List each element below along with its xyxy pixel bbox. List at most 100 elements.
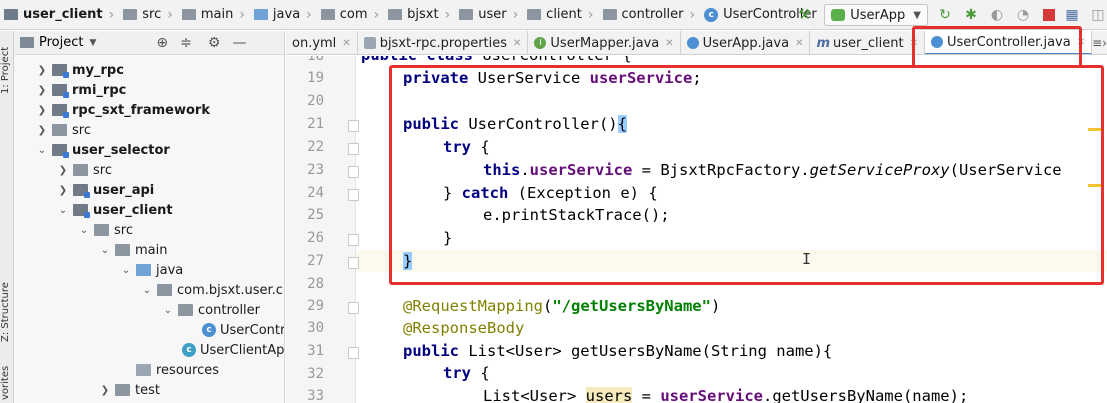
breadcrumb-src[interactable]: src › xyxy=(119,0,178,29)
breadcrumb-java[interactable]: java › xyxy=(250,0,317,29)
code-editor[interactable]: 18 19 20 21 22 23 24 25 26 27 28 29 30 3… xyxy=(286,56,1107,403)
tree-item-controller[interactable]: ⌄ controller xyxy=(162,300,260,320)
expand-arrow-icon[interactable]: ❯ xyxy=(36,125,48,136)
close-icon[interactable]: ✕ xyxy=(665,38,673,49)
build-hammer-icon[interactable]: ⚒ xyxy=(798,7,814,23)
profile-icon[interactable]: ◔ xyxy=(1014,6,1032,24)
collapse-arrow-icon[interactable]: ⌄ xyxy=(162,305,174,316)
tree-item-userclientapp[interactable]: c UserClientApp xyxy=(178,340,284,360)
expand-arrow-icon[interactable]: ❯ xyxy=(36,85,48,96)
tab-label: user_client xyxy=(833,35,904,51)
code-string: "/getUsersByName" xyxy=(552,297,711,315)
tab-usermapper-java[interactable]: I UserMapper.java ✕ xyxy=(528,31,681,54)
collapse-arrow-icon[interactable]: ⌄ xyxy=(141,285,153,296)
collapse-arrow-icon[interactable]: ⌄ xyxy=(78,225,90,236)
breadcrumb-user-client[interactable]: user_client › xyxy=(0,0,119,29)
tab-label: bjsxt-rpc.properties xyxy=(379,35,508,51)
code-text: List<User> getUsersByName(String name){ xyxy=(468,342,833,360)
expand-arrow-icon[interactable]: ❯ xyxy=(57,165,69,176)
code-text: UserController() xyxy=(468,115,618,133)
settings-icon[interactable]: ◫ xyxy=(1089,6,1107,24)
tree-item-test[interactable]: ❯ test xyxy=(99,380,160,400)
tree-item-src[interactable]: ❯ src xyxy=(36,120,91,140)
close-icon[interactable]: ✕ xyxy=(910,38,918,49)
debug-icon[interactable]: ✱ xyxy=(962,6,980,24)
fold-marker-icon[interactable] xyxy=(348,347,359,359)
run-configuration-select[interactable]: UserApp ▼ xyxy=(824,4,928,26)
rerun-icon[interactable]: ↻ xyxy=(936,6,954,24)
project-tool-tab[interactable]: 1: Project xyxy=(0,35,14,105)
locate-file-icon[interactable]: ⊕ xyxy=(156,35,168,51)
breadcrumb-controller[interactable]: controller › xyxy=(599,0,701,29)
collapse-arrow-icon[interactable]: ⌄ xyxy=(36,145,48,156)
expand-arrow-icon[interactable]: ❯ xyxy=(57,185,69,196)
code-line-30: @ResponseBody xyxy=(403,319,524,337)
tab-bjsxt-rpc-properties[interactable]: bjsxt-rpc.properties ✕ xyxy=(358,31,529,54)
tree-item-java[interactable]: ⌄ java xyxy=(120,260,183,280)
tree-item-rmi-rpc[interactable]: ❯ rmi_rpc xyxy=(36,80,126,100)
breadcrumb-com[interactable]: com › xyxy=(317,0,384,29)
tab-application-yml[interactable]: on.yml ✕ xyxy=(286,31,358,54)
expand-arrow-icon[interactable]: ❯ xyxy=(99,385,111,396)
fold-marker-icon[interactable] xyxy=(348,143,359,155)
fold-marker-icon[interactable] xyxy=(348,120,359,132)
hide-panel-icon[interactable]: — xyxy=(232,35,246,51)
close-icon[interactable]: ✕ xyxy=(342,38,350,49)
fold-marker-icon[interactable] xyxy=(348,257,359,269)
project-structure-icon[interactable]: ▦ xyxy=(1063,6,1081,24)
code-keyword: try xyxy=(443,364,481,382)
tab-label: UserMapper.java xyxy=(550,35,660,51)
tree-item-src[interactable]: ⌄ src xyxy=(78,220,133,240)
tree-item-usercontroller[interactable]: c UserContr xyxy=(198,320,284,340)
breadcrumb-client[interactable]: client › xyxy=(523,0,598,29)
tree-item-src[interactable]: ❯ src xyxy=(57,160,112,180)
expand-arrow-icon[interactable]: ❯ xyxy=(36,105,48,116)
warning-marker[interactable] xyxy=(1088,128,1102,131)
tree-item-user-client[interactable]: ⌄ user_client xyxy=(57,200,173,220)
tree-item-main[interactable]: ⌄ main xyxy=(99,240,168,260)
gear-icon[interactable]: ⚙ xyxy=(208,35,221,51)
code-text: ; xyxy=(692,69,702,87)
collapse-arrow-icon[interactable]: ⌄ xyxy=(99,245,111,256)
chevron-down-icon[interactable]: ▼ xyxy=(89,38,96,48)
breadcrumb-label: main xyxy=(200,7,234,22)
fold-marker-icon[interactable] xyxy=(348,302,359,314)
line-number: 22 xyxy=(307,139,324,155)
folder-icon xyxy=(52,124,67,136)
breadcrumb-bjsxt[interactable]: bjsxt › xyxy=(384,0,455,29)
chevron-right-icon: › xyxy=(239,6,245,23)
tab-usercontroller-java[interactable]: UserController.java ✕ xyxy=(924,31,1093,54)
tab-user-client-pom[interactable]: m user_client ✕ xyxy=(810,31,925,54)
stop-icon[interactable] xyxy=(1043,9,1055,21)
close-icon[interactable]: ✕ xyxy=(1077,37,1085,48)
structure-tool-tab[interactable]: Z: Structure xyxy=(0,267,14,357)
breadcrumb-main[interactable]: main › xyxy=(178,0,250,29)
breadcrumb-user[interactable]: user › xyxy=(455,0,523,29)
close-icon[interactable]: ✕ xyxy=(513,38,521,49)
expand-arrow-icon[interactable]: ❯ xyxy=(36,65,48,76)
fold-marker-icon[interactable] xyxy=(348,234,359,246)
project-panel-title[interactable]: Project xyxy=(39,35,83,50)
tree-item-rpc-sxt-framework[interactable]: ❯ rpc_sxt_framework xyxy=(36,100,210,120)
code-text: { xyxy=(480,364,490,382)
fold-marker-icon[interactable] xyxy=(348,189,359,201)
tree-item-label: my_rpc xyxy=(72,62,124,78)
tree-item-my-rpc[interactable]: ❯ my_rpc xyxy=(36,60,124,80)
collapse-all-icon[interactable]: ≑ xyxy=(180,35,192,51)
tree-item-user-selector[interactable]: ⌄ user_selector xyxy=(36,140,170,160)
tab-overflow-icon[interactable]: ≡› xyxy=(1092,31,1107,54)
favorites-tool-tab[interactable]: vorites xyxy=(0,363,14,403)
close-icon[interactable]: ✕ xyxy=(795,38,803,49)
run-toolbar: ⚒ UserApp ▼ ↻ ✱ ◐ ◔ ▦ ◫ xyxy=(792,0,1107,29)
tree-item-user-api[interactable]: ❯ user_api xyxy=(57,180,154,200)
tree-item-package[interactable]: ⌄ com.bjsxt.user.cli xyxy=(141,280,284,300)
collapse-arrow-icon[interactable]: ⌄ xyxy=(57,205,69,216)
tab-userapp-java[interactable]: UserApp.java ✕ xyxy=(681,31,811,54)
warning-marker[interactable] xyxy=(1088,184,1102,187)
line-number: 25 xyxy=(307,207,324,223)
coverage-icon[interactable]: ◐ xyxy=(988,6,1006,24)
module-folder-icon xyxy=(52,144,69,158)
collapse-arrow-icon[interactable]: ⌄ xyxy=(120,265,132,276)
fold-marker-icon[interactable] xyxy=(348,166,359,178)
tree-item-resources[interactable]: resources xyxy=(132,360,219,380)
